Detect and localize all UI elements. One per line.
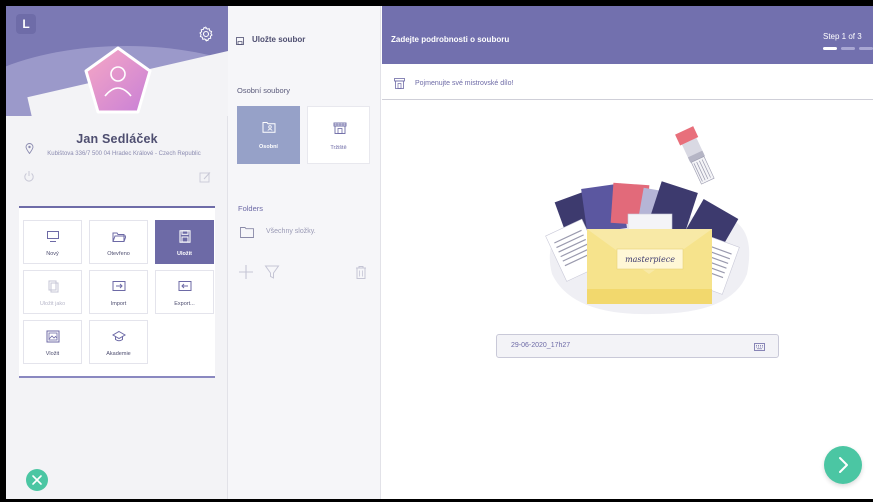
- graduation-cap-icon: [112, 330, 126, 342]
- close-icon: [32, 475, 42, 485]
- plus-icon[interactable]: [238, 264, 254, 280]
- filter-icon[interactable]: [264, 264, 280, 280]
- step-bar-1: [823, 47, 837, 50]
- panel-title: Uložte soubor: [252, 35, 306, 44]
- folder-item-label: Všechny složky.: [266, 228, 316, 235]
- copy-icon: [48, 280, 59, 293]
- step-bar-3: [859, 47, 873, 50]
- menu-tile-label: Uložit: [177, 251, 192, 257]
- menu-tile-insert[interactable]: Vložit: [23, 320, 82, 364]
- menu-tile-save[interactable]: Uložit: [155, 220, 214, 264]
- market-icon: [394, 78, 405, 89]
- envelope-illustration: masterpiece: [545, 126, 750, 315]
- menu-tile-new[interactable]: Nový: [23, 220, 82, 264]
- floppy-icon: [179, 230, 191, 243]
- filename-value: 29-06-2020_17h27: [511, 342, 571, 349]
- section-label: Osobní soubory: [237, 86, 290, 95]
- gear-icon[interactable]: [198, 26, 214, 42]
- file-menu-grid: Nový Otevřeno Uložit Uložit jako Import: [23, 220, 214, 364]
- step-indicator: Step 1 of 3: [823, 32, 862, 41]
- source-tile-market[interactable]: Tržiště: [307, 106, 370, 164]
- profile-sidebar: L Jan Sedláček Kubištova 336/7 500 04 Hr…: [6, 6, 228, 499]
- user-address: Kubištova 336/7 500 04 Hradec Králové - …: [47, 151, 201, 157]
- menu-tile-label: Uložit jako: [39, 301, 66, 307]
- power-icon[interactable]: [23, 170, 35, 182]
- location-pin-icon: [25, 143, 34, 154]
- next-button[interactable]: [824, 446, 862, 484]
- menu-tile-academy[interactable]: Akademie: [89, 320, 148, 364]
- folder-item-all[interactable]: Všechny složky.: [240, 226, 360, 240]
- folders-heading: Folders: [238, 204, 264, 213]
- folder-open-icon: [112, 232, 126, 242]
- step-bar-2: [841, 47, 855, 50]
- envelope-label: masterpiece: [625, 255, 675, 264]
- file-menu-panel: Nový Otevřeno Uložit Uložit jako Import: [19, 206, 215, 378]
- source-tile-label: Tržiště: [330, 145, 347, 151]
- market-icon: [333, 122, 347, 134]
- menu-tile-label: Import: [110, 301, 127, 307]
- source-tile-personal[interactable]: Osobní: [237, 106, 300, 164]
- import-icon: [112, 281, 126, 291]
- filename-input[interactable]: 29-06-2020_17h27: [496, 334, 779, 358]
- menu-tile-label: Export...: [174, 301, 195, 307]
- avatar[interactable]: [83, 46, 153, 116]
- floppy-icon: [236, 37, 244, 45]
- image-icon: [46, 330, 60, 343]
- divider: [382, 99, 873, 100]
- trash-icon[interactable]: [355, 265, 367, 279]
- personal-folder-icon: [262, 122, 276, 133]
- save-location-panel: Uložte soubor Osobní soubory Osobní Trži…: [228, 6, 381, 499]
- chevron-right-icon: [839, 457, 848, 473]
- menu-tile-export[interactable]: Export...: [155, 270, 214, 314]
- menu-tile-label: Nový: [46, 251, 59, 257]
- close-button[interactable]: [26, 469, 48, 491]
- folder-icon: [240, 227, 254, 238]
- menu-tile-label: Akademie: [106, 351, 131, 357]
- menu-tile-import[interactable]: Import: [89, 270, 148, 314]
- step-progress: [823, 47, 873, 50]
- edit-icon[interactable]: [199, 171, 211, 183]
- menu-tile-open[interactable]: Otevřeno: [89, 220, 148, 264]
- user-name: Jan Sedláček: [76, 132, 158, 146]
- main-header: Zadejte podrobnosti o souboru Step 1 of …: [382, 6, 873, 64]
- menu-tile-label: Vložit: [45, 351, 60, 357]
- name-prompt-label: Pojmenujte své mistrovské dílo!: [415, 80, 514, 87]
- page-title: Zadejte podrobnosti o souboru: [391, 35, 510, 44]
- menu-tile-label: Otevřeno: [107, 251, 130, 257]
- monitor-icon: [47, 231, 59, 242]
- menu-tile-save-as[interactable]: Uložit jako: [23, 270, 82, 314]
- app-logo[interactable]: L: [16, 14, 36, 34]
- app-window: L Jan Sedláček Kubištova 336/7 500 04 Hr…: [6, 6, 873, 499]
- export-icon: [178, 281, 192, 291]
- keyboard-icon[interactable]: [754, 343, 765, 351]
- source-tile-label: Osobní: [259, 144, 278, 150]
- file-details-panel: Zadejte podrobnosti o souboru Step 1 of …: [382, 6, 873, 499]
